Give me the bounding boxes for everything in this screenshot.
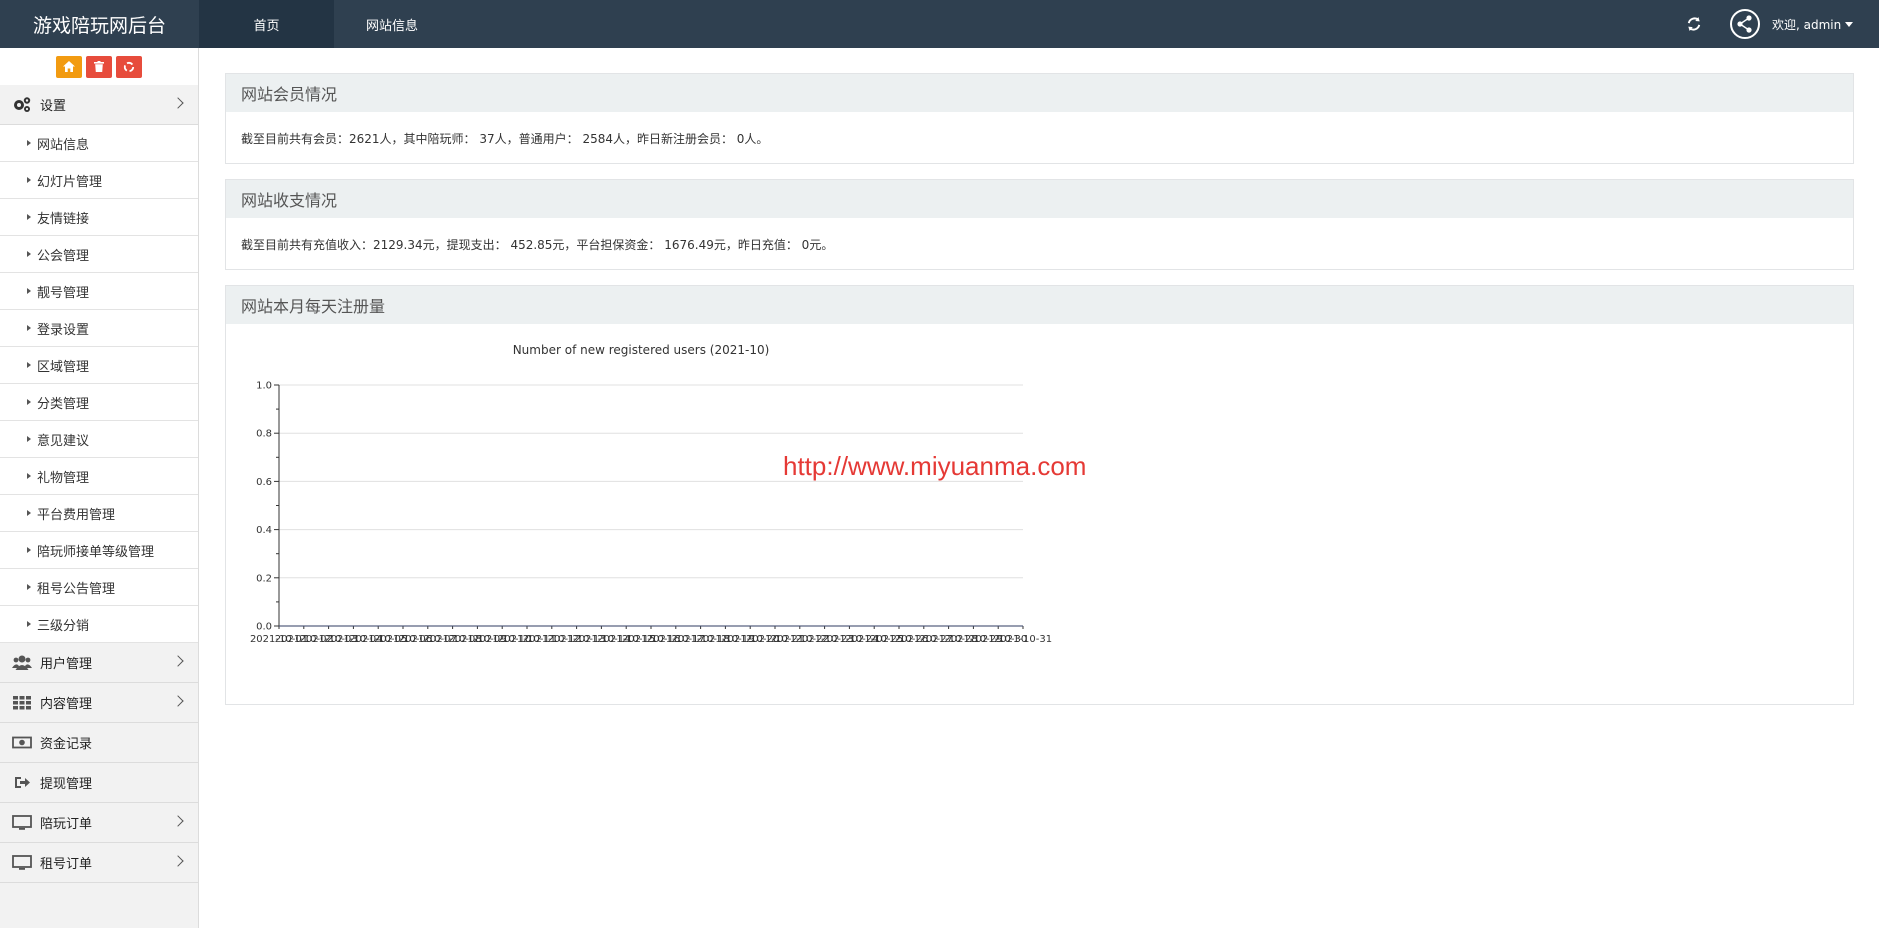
welcome-label: 欢迎, admin: [1772, 18, 1842, 32]
sidebar-item-label: 登录设置: [37, 322, 90, 338]
sidebar-item[interactable]: 礼物管理: [0, 458, 198, 495]
caret-right-icon: [27, 362, 31, 368]
share-avatar-icon[interactable]: [1730, 9, 1760, 39]
sidebar-item[interactable]: 友情链接: [0, 199, 198, 236]
sidebar-item[interactable]: 陪玩师接单等级管理: [0, 532, 198, 569]
panel-finance-text: 截至目前共有充值收入：2129.34元，提现支出： 452.85元，平台担保资金…: [241, 237, 834, 252]
menu-group-label: 用户管理: [40, 657, 93, 672]
top-bar: 游戏陪玩网后台 首页 网站信息 欢迎, admin: [0, 0, 1879, 48]
panel-finance-title: 网站收支情况: [226, 180, 1853, 218]
chart-svg: Number of new registered users (2021-10)…: [250, 343, 1052, 645]
menu-group[interactable]: 内容管理: [0, 683, 198, 723]
caret-right-icon: [27, 547, 31, 553]
sidebar-item-label: 礼物管理: [37, 470, 90, 486]
caret-right-icon: [27, 251, 31, 257]
menu-group-label: 资金记录: [40, 737, 93, 752]
sidebar-item-label: 幻灯片管理: [37, 174, 103, 190]
caret-right-icon: [27, 436, 31, 442]
sidebar-item[interactable]: 靓号管理: [0, 273, 198, 310]
caret-right-icon: [27, 473, 31, 479]
sidebar-item-label: 友情链接: [37, 211, 90, 227]
tab-site-info[interactable]: 网站信息: [334, 0, 450, 48]
quick-actions: [0, 48, 198, 85]
y-tick-label: 0.0: [256, 622, 272, 633]
sidebar-item-label: 平台费用管理: [37, 507, 116, 523]
sidebar-item[interactable]: 网站信息: [0, 125, 198, 162]
menu-group[interactable]: 提现管理: [0, 763, 198, 803]
chevron-right-icon: [172, 695, 184, 707]
y-tick-label: 0.4: [256, 525, 272, 536]
trash-icon: [94, 61, 104, 72]
registrations-chart: Number of new registered users (2021-10)…: [226, 324, 1096, 664]
menu-group-label: 内容管理: [40, 697, 93, 712]
sidebar-item-label: 分类管理: [37, 396, 90, 412]
sidebar-item-label: 意见建议: [37, 433, 90, 449]
refresh-icon[interactable]: [1683, 13, 1705, 35]
top-nav: 首页 网站信息: [199, 0, 450, 48]
caret-right-icon: [27, 399, 31, 405]
caret-right-icon: [27, 140, 31, 146]
recycle-icon: [123, 61, 135, 72]
user-menu[interactable]: 欢迎, admin: [1772, 16, 1854, 33]
sidebar-item[interactable]: 区域管理: [0, 347, 198, 384]
panel-registrations-title: 网站本月每天注册量: [226, 286, 1853, 324]
panel-finance: 网站收支情况 截至目前共有充值收入：2129.34元，提现支出： 452.85元…: [225, 179, 1854, 270]
x-tick-label: 2021-10-31: [994, 634, 1052, 645]
caret-right-icon: [27, 214, 31, 220]
sidebar-item[interactable]: 平台费用管理: [0, 495, 198, 532]
caret-right-icon: [27, 177, 31, 183]
caret-right-icon: [27, 288, 31, 294]
menu-group-label: 提现管理: [40, 777, 93, 792]
sidebar-item-label: 租号公告管理: [37, 581, 116, 597]
panel-members-text: 截至目前共有会员：2621人，其中陪玩师： 37人，普通用户： 2584人，昨日…: [241, 131, 769, 146]
sidebar-item-label: 区域管理: [37, 359, 90, 375]
menu-group-label: 陪玩订单: [40, 817, 93, 832]
panel-registrations: 网站本月每天注册量 Number of new registered users…: [225, 285, 1854, 705]
home-icon: [63, 61, 75, 72]
chart-title: Number of new registered users (2021-10): [513, 343, 770, 357]
menu-group[interactable]: 资金记录: [0, 723, 198, 763]
menu-settings-label: 设置: [40, 99, 67, 114]
caret-right-icon: [27, 325, 31, 331]
menu-group[interactable]: 陪玩订单: [0, 803, 198, 843]
caret-right-icon: [27, 510, 31, 516]
menu-group[interactable]: 用户管理: [0, 643, 198, 683]
caret-right-icon: [27, 621, 31, 627]
sidebar-item-label: 陪玩师接单等级管理: [37, 544, 155, 560]
watermark-text: http://www.miyuanma.com: [783, 451, 1087, 481]
panel-members-title: 网站会员情况: [226, 74, 1853, 112]
sidebar-item[interactable]: 分类管理: [0, 384, 198, 421]
menu-group-label: 租号订单: [40, 857, 93, 872]
chevron-right-icon: [172, 97, 184, 109]
sidebar-item[interactable]: 公会管理: [0, 236, 198, 273]
sidebar-item-label: 公会管理: [37, 248, 90, 264]
chevron-right-icon: [172, 815, 184, 827]
menu-settings[interactable]: 设置: [0, 85, 198, 125]
caret-right-icon: [27, 584, 31, 590]
panel-members: 网站会员情况 截至目前共有会员：2621人，其中陪玩师： 37人，普通用户： 2…: [225, 73, 1854, 164]
sidebar-item[interactable]: 幻灯片管理: [0, 162, 198, 199]
sidebar-item[interactable]: 登录设置: [0, 310, 198, 347]
recycle-button[interactable]: [116, 55, 142, 78]
sidebar-item-label: 网站信息: [37, 137, 90, 153]
chevron-right-icon: [172, 655, 184, 667]
sidebar-item[interactable]: 三级分销: [0, 606, 198, 643]
sidebar-item[interactable]: 意见建议: [0, 421, 198, 458]
sidebar-item-label: 靓号管理: [37, 285, 90, 301]
y-tick-label: 0.6: [256, 477, 272, 488]
gears-icon: [14, 97, 31, 112]
sidebar: 设置 网站信息幻灯片管理友情链接公会管理靓号管理登录设置区域管理分类管理意见建议…: [0, 48, 199, 928]
menu-group[interactable]: 租号订单: [0, 843, 198, 883]
y-tick-label: 0.2: [256, 573, 272, 584]
chevron-right-icon: [172, 855, 184, 867]
y-tick-label: 0.8: [256, 429, 272, 440]
y-tick-label: 1.0: [256, 381, 272, 392]
sidebar-item[interactable]: 租号公告管理: [0, 569, 198, 606]
home-button[interactable]: [56, 55, 82, 78]
brand-title[interactable]: 游戏陪玩网后台: [0, 0, 199, 48]
caret-down-icon: [1845, 22, 1854, 27]
sidebar-item-label: 三级分销: [37, 618, 90, 634]
trash-button[interactable]: [86, 55, 112, 78]
tab-home[interactable]: 首页: [199, 0, 334, 48]
